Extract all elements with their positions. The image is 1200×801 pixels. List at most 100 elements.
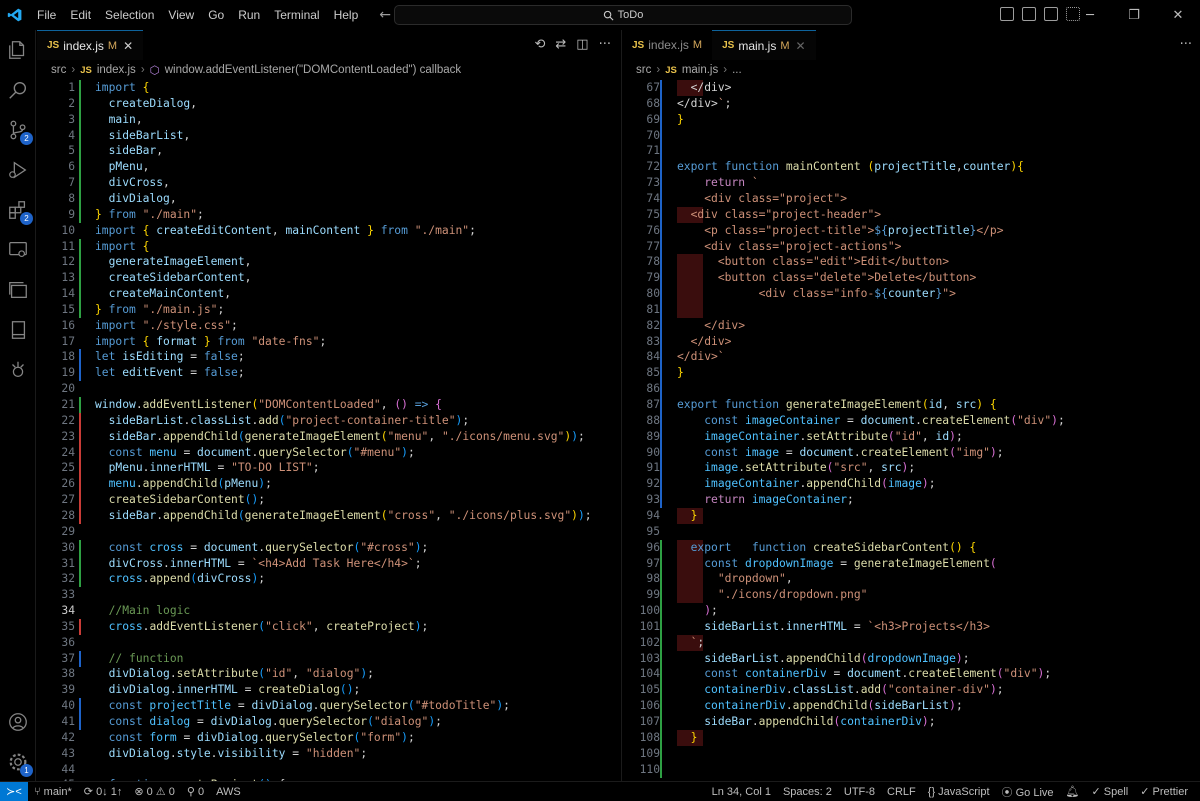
code-line[interactable]: 7 divCross, [37, 175, 619, 192]
code-line[interactable]: 10 import { createEditContent, mainConten… [37, 223, 619, 239]
breadcrumb-file[interactable]: index.js [97, 64, 136, 76]
prettier-status[interactable]: ✓ Prettier [1134, 785, 1194, 798]
code-line[interactable]: 103 sideBarList.appendChild(dropdownImag… [622, 650, 1200, 667]
code-line[interactable]: 93 return imageContainer; [622, 492, 1200, 509]
code-line[interactable]: 18 let isEditing = false; [37, 349, 619, 366]
code-line[interactable]: 15} from "./main.js"; [37, 301, 619, 318]
code-line[interactable]: 69} [622, 111, 1200, 128]
code-line[interactable]: 67 </div> [622, 80, 1200, 96]
code-line[interactable]: 11 import { [37, 238, 619, 255]
code-line[interactable]: 30 const cross = document.querySelector(… [37, 539, 619, 556]
code-line[interactable]: 79 <button class="delete">Delete</button… [622, 270, 1200, 287]
code-line[interactable]: 4 sideBarList, [37, 127, 619, 144]
menu-help[interactable]: Help [327, 0, 366, 30]
restore-icon[interactable]: ❐ [1112, 0, 1156, 30]
code-line[interactable]: 80 <div class="info-${counter}"> [622, 286, 1200, 303]
close-tab-icon[interactable]: ✕ [123, 39, 133, 53]
problems-indicator[interactable]: ⊗ 0 ⚠ 0 [128, 785, 180, 798]
tab-main-js[interactable]: JS main.js M ✕ [712, 30, 816, 60]
bell-icon[interactable]: 🔔︎ [1060, 785, 1086, 798]
code-line[interactable]: 6 pMenu, [37, 159, 619, 176]
code-line[interactable]: 74 <div class="project"> [622, 190, 1200, 207]
code-line[interactable]: 85} [622, 365, 1200, 382]
manage-gear-icon[interactable]: 1 [6, 750, 33, 777]
menu-selection[interactable]: Selection [98, 0, 161, 30]
code-line[interactable]: 33 [37, 587, 619, 603]
code-editor[interactable]: 67 </div> 68 </div>`; 69} 70 71 72 export funct… [622, 80, 1200, 781]
code-line[interactable]: 39 divDialog.innerHTML = createDialog(); [37, 682, 619, 698]
menu-view[interactable]: View [161, 0, 201, 30]
code-line[interactable]: 3 main, [37, 111, 619, 128]
menu-run[interactable]: Run [231, 0, 267, 30]
code-line[interactable]: 1 import { [37, 80, 619, 96]
code-line[interactable]: 110 [622, 761, 1200, 778]
remote-explorer-icon[interactable] [6, 238, 30, 262]
code-line[interactable]: 72 export function mainContent (projectTi… [622, 159, 1200, 176]
code-line[interactable]: 68 </div>`; [622, 95, 1200, 112]
account-icon[interactable] [6, 710, 30, 734]
code-line[interactable]: 25 pMenu.innerHTML = "TO-DO LIST"; [37, 460, 619, 477]
code-line[interactable]: 75 <div class="project-header"> [622, 206, 1200, 223]
code-line[interactable]: 109 [622, 745, 1200, 762]
code-line[interactable]: 23 sideBar.appendChild(generateImageElem… [37, 428, 619, 445]
aws-indicator[interactable]: AWS [210, 786, 247, 798]
open-changes-icon[interactable]: ⟲ [534, 37, 545, 52]
code-line[interactable]: 37 // function [37, 650, 619, 667]
branch-indicator[interactable]: ⑂ main* [28, 786, 78, 798]
extensions-icon[interactable]: 2 [6, 198, 33, 225]
back-arrow-icon[interactable]: ← [379, 7, 391, 23]
code-line[interactable]: 89 imageContainer.setAttribute("id", id)… [622, 428, 1200, 445]
code-line[interactable]: 12 generateImageElement, [37, 254, 619, 271]
code-line[interactable]: 86 [622, 381, 1200, 398]
code-line[interactable]: 21 window.addEventListener("DOMContentLoa… [37, 397, 619, 413]
code-line[interactable]: 100 ); [622, 603, 1200, 620]
remote-indicator-icon[interactable]: ≻< [0, 782, 28, 801]
code-line[interactable]: 44 [37, 762, 619, 778]
go-live-button[interactable]: ⦿ Go Live [996, 784, 1060, 800]
code-line[interactable]: 32 cross.append(divCross); [37, 571, 619, 588]
code-line[interactable]: 87 export function generateImageElement(i… [622, 397, 1200, 413]
code-line[interactable]: 78 <button class="edit">Edit</button> [622, 254, 1200, 271]
breadcrumb-symbol[interactable]: window.addEventListener("DOMContentLoade… [165, 64, 461, 76]
code-line[interactable]: 9} from "./main"; [37, 206, 619, 223]
menu-terminal[interactable]: Terminal [267, 0, 326, 30]
code-line[interactable]: 106 containerDiv.appendChild(sideBarList… [622, 698, 1200, 715]
test-flask-icon[interactable] [6, 358, 30, 382]
code-line[interactable]: 88 const imageContainer = document.creat… [622, 412, 1200, 429]
code-line[interactable]: 101 sideBarList.innerHTML = `<h3>Project… [622, 618, 1200, 635]
code-line[interactable]: 95 [622, 524, 1200, 540]
menu-go[interactable]: Go [201, 0, 231, 30]
code-line[interactable]: 82 </div> [622, 317, 1200, 334]
indentation[interactable]: Spaces: 2 [777, 786, 838, 798]
search-view-icon[interactable] [6, 78, 30, 102]
code-line[interactable]: 26 menu.appendChild(pMenu); [37, 476, 619, 493]
menu-edit[interactable]: Edit [63, 0, 98, 30]
code-line[interactable]: 73 return ` [622, 175, 1200, 192]
run-debug-icon[interactable] [6, 158, 30, 182]
compare-icon[interactable]: ⇄ [555, 37, 566, 52]
code-line[interactable]: 36 [37, 635, 619, 651]
code-line[interactable]: 84 </div>` [622, 349, 1200, 366]
code-line[interactable]: 22 sideBarList.classList.add("project-co… [37, 412, 619, 429]
code-line[interactable]: 98 "dropdown", [622, 571, 1200, 588]
code-line[interactable]: 14 createMainContent, [37, 286, 619, 303]
code-line[interactable]: 102 `; [622, 634, 1200, 651]
book-icon[interactable] [6, 318, 30, 342]
command-center-search[interactable]: ToDo [394, 5, 852, 25]
breadcrumb-symbol[interactable]: ... [732, 64, 742, 76]
code-line[interactable]: 29 [37, 524, 619, 540]
language-mode[interactable]: {} JavaScript [922, 786, 996, 798]
code-line[interactable]: 71 [622, 143, 1200, 160]
toggle-primary-sidebar-icon[interactable] [1000, 7, 1014, 21]
code-line[interactable]: 97 const dropdownImage = generateImageEl… [622, 555, 1200, 572]
split-editor-icon[interactable]: ◫ [576, 37, 588, 52]
code-line[interactable]: 92 imageContainer.appendChild(image); [622, 476, 1200, 493]
code-line[interactable]: 38 divDialog.setAttribute("id", "dialog"… [37, 666, 619, 682]
code-line[interactable]: 40 const projectTitle = divDialog.queryS… [37, 698, 619, 715]
code-line[interactable]: 104 const containerDiv = document.create… [622, 666, 1200, 683]
code-line[interactable]: 91 image.setAttribute("src", src); [622, 460, 1200, 477]
code-editor[interactable]: 1 import {2 createDialog, 3 main, 4 sideBar… [37, 80, 619, 781]
code-line[interactable]: 13 createSidebarContent, [37, 270, 619, 287]
encoding[interactable]: UTF-8 [838, 786, 881, 798]
code-line[interactable]: 16 import "./style.css"; [37, 318, 619, 334]
